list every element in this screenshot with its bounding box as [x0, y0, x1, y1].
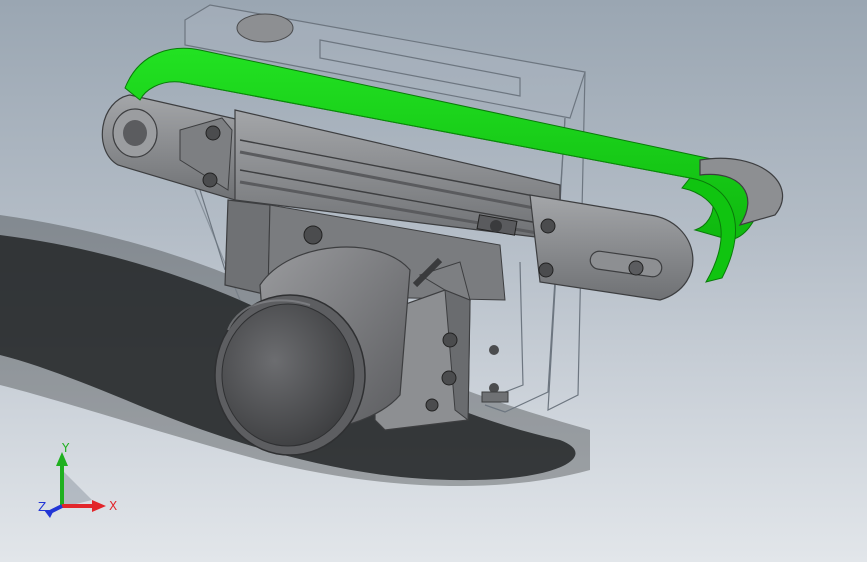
bolt-icon	[538, 262, 554, 278]
x-axis-arrow-icon	[92, 500, 106, 512]
triad-graphic: Y X Z	[38, 441, 117, 518]
bolt-icon	[205, 125, 221, 141]
z-axis-label: Z	[38, 500, 46, 514]
3d-viewport[interactable]: Y X Z	[0, 0, 867, 562]
bolt-icon	[303, 225, 323, 245]
bolt-icon	[202, 172, 218, 188]
coordinate-triad[interactable]: Y X Z	[30, 440, 120, 530]
housing-fasteners	[481, 345, 509, 403]
x-axis-label: X	[109, 499, 117, 513]
belt-conveyor-model[interactable]	[0, 0, 867, 562]
bolt-icon	[442, 332, 458, 348]
bolt-icon	[441, 370, 457, 386]
frame-left-endplate[interactable]	[101, 94, 241, 201]
rear-top-roller	[236, 13, 294, 43]
y-axis-label: Y	[61, 441, 70, 455]
bolt-icon	[540, 218, 556, 234]
bolt-icon	[425, 398, 439, 412]
